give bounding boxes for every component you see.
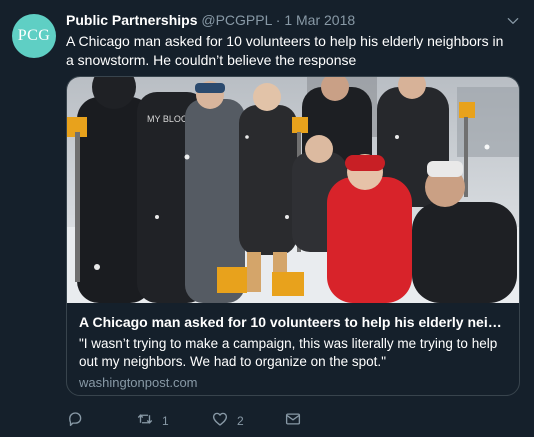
link-card[interactable]: MY BLOCK MY HOOD MY CITY bbox=[66, 76, 520, 396]
card-domain[interactable]: washingtonpost.com bbox=[79, 375, 509, 390]
card-body[interactable]: A Chicago man asked for 10 volunteers to… bbox=[79, 313, 509, 390]
heart-icon bbox=[211, 410, 229, 431]
retweet-icon bbox=[136, 410, 154, 431]
chevron-down-icon[interactable] bbox=[506, 14, 520, 28]
retweet-button[interactable]: 1 bbox=[136, 410, 169, 431]
avatar-text: PCG bbox=[17, 27, 51, 44]
card-description: "I wasn’t trying to make a campaign, thi… bbox=[79, 336, 498, 369]
reply-button[interactable] bbox=[66, 410, 84, 431]
card-image[interactable]: MY BLOCK MY HOOD MY CITY bbox=[67, 77, 519, 303]
like-count: 2 bbox=[237, 413, 244, 428]
author-name[interactable]: Public Partnerships bbox=[66, 12, 197, 28]
tweet-header: Public Partnerships @PCGPPL · 1 Mar 2018 bbox=[66, 12, 355, 28]
reply-icon bbox=[66, 410, 84, 431]
tweet-date[interactable]: 1 Mar 2018 bbox=[284, 12, 355, 28]
volunteers-photo: MY BLOCK MY HOOD MY CITY bbox=[67, 77, 519, 303]
card-title[interactable]: A Chicago man asked for 10 volunteers to… bbox=[79, 313, 509, 331]
tweet[interactable]: PCG Public Partnerships @PCGPPL · 1 Mar … bbox=[0, 0, 534, 437]
avatar[interactable]: PCG bbox=[12, 14, 56, 58]
like-button[interactable]: 2 bbox=[211, 410, 244, 431]
tweet-text: A Chicago man asked for 10 volunteers to… bbox=[66, 33, 504, 68]
author-handle[interactable]: @PCGPPL bbox=[201, 12, 272, 28]
separator-dot: · bbox=[275, 12, 281, 28]
retweet-count: 1 bbox=[162, 413, 169, 428]
message-button[interactable] bbox=[284, 410, 302, 431]
envelope-icon bbox=[284, 410, 302, 431]
tweet-actions: 1 2 bbox=[66, 410, 326, 430]
